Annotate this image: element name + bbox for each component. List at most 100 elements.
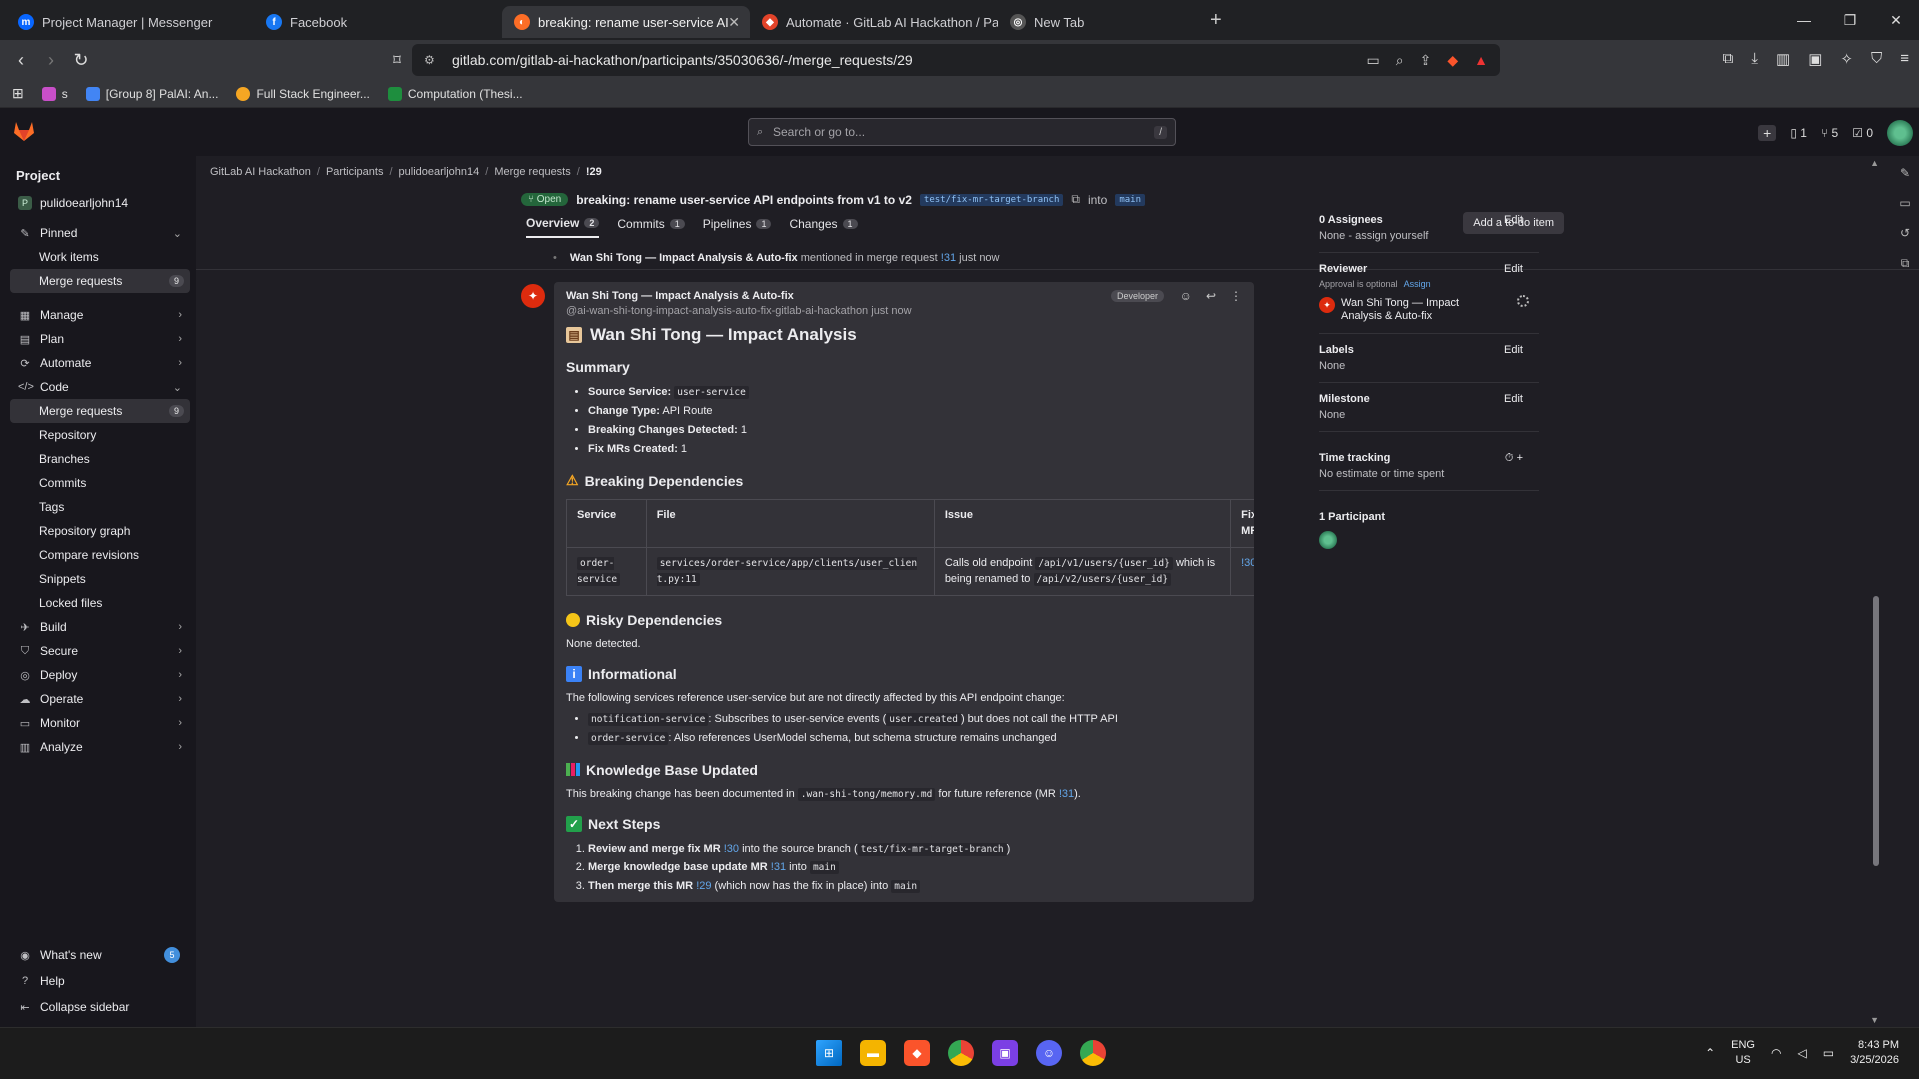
sidebar-toggle-icon[interactable]: ▥ xyxy=(1776,50,1790,68)
leo-ai-icon[interactable]: ✧ xyxy=(1840,50,1853,68)
close-icon[interactable]: ✕ xyxy=(728,14,740,31)
sidebar-item-repository-graph[interactable]: Repository graph xyxy=(10,519,190,543)
sidebar-pinned[interactable]: ✎ Pinned ⌄ xyxy=(10,221,190,245)
bookmark-s[interactable]: s xyxy=(41,86,68,101)
emoji-reaction-icon[interactable]: ☺ xyxy=(1180,289,1192,303)
zoom-icon[interactable]: ⌕ xyxy=(1396,52,1404,69)
add-time-plus-icon[interactable]: + xyxy=(1517,452,1523,464)
note-handle[interactable]: @ai-wan-shi-tong-impact-analysis-auto-fi… xyxy=(566,305,868,317)
breadcrumb-item[interactable]: GitLab AI Hackathon xyxy=(210,166,311,178)
menu-icon[interactable]: ≡ xyxy=(1900,50,1909,68)
sidebar-item-monitor[interactable]: ▭ Monitor › xyxy=(10,711,190,735)
discord-icon[interactable]: ☺ xyxy=(1036,1040,1062,1066)
sidebar-item-code[interactable]: </> Code ⌄ xyxy=(10,375,190,399)
windows-start-icon[interactable]: ⊞ xyxy=(816,1040,842,1066)
clock[interactable]: 8:43 PM 3/25/2026 xyxy=(1850,1038,1899,1068)
window-close-icon[interactable]: ✕ xyxy=(1873,0,1919,40)
chrome-icon[interactable] xyxy=(948,1040,974,1066)
bot-avatar[interactable]: ✦ xyxy=(521,284,545,308)
edit-assignees-button[interactable]: Edit xyxy=(1504,214,1523,226)
edit-labels-button[interactable]: Edit xyxy=(1504,344,1523,356)
url-bar[interactable]: ⚙ gitlab.com/gitlab-ai-hackathon/partici… xyxy=(412,44,1500,76)
sidebar-item-locked-files[interactable]: Locked files xyxy=(10,591,190,615)
breadcrumb-item[interactable]: Participants xyxy=(326,166,383,178)
tab-merge-request[interactable]: ◐ breaking: rename user-service AI ✕ xyxy=(502,6,750,38)
bookmark-fullstack[interactable]: Full Stack Engineer... xyxy=(236,86,370,101)
back-icon[interactable]: ‹ xyxy=(6,50,36,71)
purple-app-icon[interactable]: ▣ xyxy=(992,1040,1018,1066)
sidebar-item-repository[interactable]: Repository xyxy=(10,423,190,447)
vpn-icon[interactable]: ⛉ xyxy=(1871,50,1882,68)
sidebar-item-branches[interactable]: Branches xyxy=(10,447,190,471)
reload-icon[interactable]: ↻ xyxy=(66,50,96,71)
copy-icon[interactable]: ⧉ xyxy=(1071,192,1080,207)
tab-commits[interactable]: Commits 1 xyxy=(617,216,685,238)
tab-facebook[interactable]: f Facebook xyxy=(254,6,502,38)
help-link[interactable]: ? Help xyxy=(10,969,190,993)
restore-icon[interactable]: ❐ xyxy=(1827,0,1873,40)
participant-avatar[interactable] xyxy=(1319,531,1337,550)
cast-icon[interactable]: ▭ xyxy=(1367,52,1380,69)
chrome-profile-icon[interactable] xyxy=(1080,1040,1106,1066)
sidebar-item-merge-requests[interactable]: Merge requests 9 xyxy=(10,399,190,423)
create-new-plus-icon[interactable]: + xyxy=(1758,125,1777,141)
download-icon[interactable]: ⤓ xyxy=(1751,50,1758,68)
sidebar-item-manage[interactable]: ▦ Manage › xyxy=(10,303,190,327)
sidebar-item-tags[interactable]: Tags xyxy=(10,495,190,519)
bookmark-icon[interactable]: ⌑ xyxy=(382,51,412,69)
minimize-icon[interactable]: — xyxy=(1781,0,1827,40)
wallet-icon[interactable]: ▣ xyxy=(1808,50,1822,68)
site-info-icon[interactable]: ⚙ xyxy=(424,53,435,67)
mrs-counter[interactable]: ⑂ 5 xyxy=(1821,126,1838,140)
sidebar-item-commits[interactable]: Commits xyxy=(10,471,190,495)
whats-new-link[interactable]: ◉ What's new 5 xyxy=(10,943,190,967)
tray-chevron-icon[interactable]: ⌃ xyxy=(1705,1046,1715,1060)
edit-icon[interactable]: ✎ xyxy=(1900,166,1910,180)
breadcrumb-item[interactable]: Merge requests xyxy=(494,166,570,178)
search-input[interactable]: ⌕ Search or go to... / xyxy=(748,118,1176,146)
assign-link[interactable]: Assign xyxy=(1404,279,1431,289)
sidebar-item-deploy[interactable]: ◎ Deploy › xyxy=(10,663,190,687)
language-indicator[interactable]: ENG US xyxy=(1731,1038,1755,1068)
forward-icon[interactable]: › xyxy=(36,50,66,71)
comments-icon[interactable]: ▭ xyxy=(1899,196,1910,210)
todos-counter[interactable]: ☑ 0 xyxy=(1852,126,1873,140)
scrollbar[interactable] xyxy=(1873,596,1879,866)
issues-counter[interactable]: ▯ 1 xyxy=(1790,126,1807,140)
more-actions-icon[interactable]: ⋮ xyxy=(1230,289,1242,303)
share-icon[interactable]: ⇪ xyxy=(1420,52,1432,69)
tab-pipelines[interactable]: Pipelines 1 xyxy=(703,216,772,238)
file-explorer-icon[interactable]: ▬ xyxy=(860,1040,886,1066)
source-branch[interactable]: test/fix-mr-target-branch xyxy=(919,193,1064,206)
brave-shields-icon[interactable]: ◆ xyxy=(1447,52,1458,69)
fix-mr-link[interactable]: !30 xyxy=(1241,557,1254,569)
sidebar-item-pinned-merge-requests[interactable]: Merge requests 9 xyxy=(10,269,190,293)
gitlab-logo-icon[interactable] xyxy=(12,120,36,142)
sidebar-item-operate[interactable]: ☁ Operate › xyxy=(10,687,190,711)
apps-grid-icon[interactable]: ⊞ xyxy=(12,85,24,102)
scroll-down-arrow-icon[interactable]: ▼ xyxy=(1870,1015,1879,1025)
tab-overview[interactable]: Overview 2 xyxy=(526,216,600,238)
user-avatar[interactable] xyxy=(1887,120,1913,146)
battery-icon[interactable]: ▭ xyxy=(1823,1046,1834,1060)
tab-messenger[interactable]: m Project Manager | Messenger xyxy=(6,6,254,38)
target-branch[interactable]: main xyxy=(1115,193,1146,206)
history-icon[interactable]: ↺ xyxy=(1900,226,1910,240)
new-tab-plus-icon[interactable]: + xyxy=(1210,9,1222,32)
sidebar-item-snippets[interactable]: Snippets xyxy=(10,567,190,591)
stopwatch-icon[interactable]: ⏱ xyxy=(1505,452,1514,464)
breadcrumb-current[interactable]: !29 xyxy=(586,166,602,178)
wifi-icon[interactable]: ◠ xyxy=(1771,1046,1781,1060)
bookmark-palai[interactable]: [Group 8] PalAI: An... xyxy=(85,86,218,101)
tab-changes[interactable]: Changes 1 xyxy=(789,216,858,238)
brave-rewards-icon[interactable]: ▲ xyxy=(1474,52,1488,69)
edit-reviewer-button[interactable]: Edit xyxy=(1504,263,1523,275)
sidebar-item-compare-revisions[interactable]: Compare revisions xyxy=(10,543,190,567)
sidebar-item-build[interactable]: ✈ Build › xyxy=(10,615,190,639)
copy-reference-icon[interactable]: ⧉ xyxy=(1901,256,1910,271)
sidebar-item-plan[interactable]: ▤ Plan › xyxy=(10,327,190,351)
tab-automate[interactable]: ◆ Automate · GitLab AI Hackathon / Pa xyxy=(750,6,998,38)
edit-milestone-button[interactable]: Edit xyxy=(1504,393,1523,405)
volume-icon[interactable]: ◁ xyxy=(1797,1046,1806,1060)
scroll-up-arrow-icon[interactable]: ▲ xyxy=(1870,158,1879,168)
